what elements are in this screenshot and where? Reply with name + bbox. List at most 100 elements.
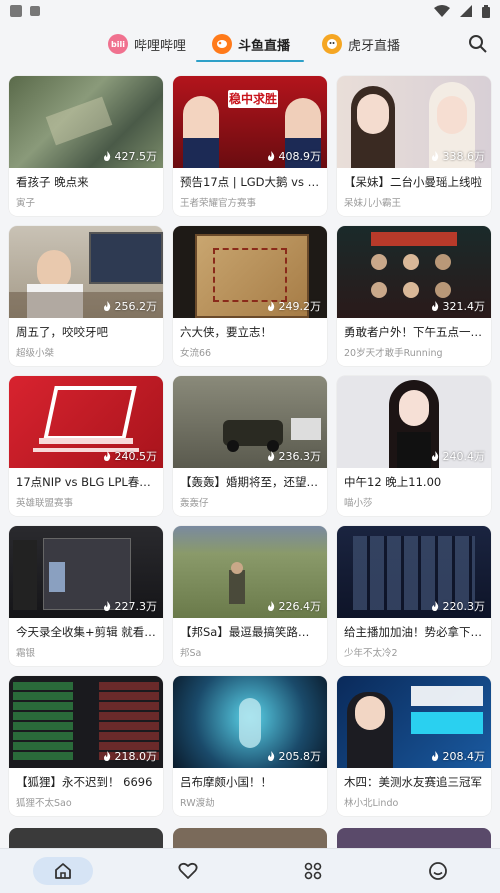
- streamer-name: 邦Sa: [180, 648, 202, 659]
- streamer-name: 寅子: [16, 198, 36, 209]
- stream-card[interactable]: 321.4万 勇敢者户外！下午五点一起来玩 20岁天才敢手Running: [337, 226, 491, 366]
- stream-title: 17点NIP vs BLG LPL春季赛: [16, 475, 163, 489]
- viewer-count: 321.4万: [430, 298, 485, 314]
- stream-title: 勇敢者户外！下午五点一起来玩: [344, 325, 491, 339]
- stream-title: 【呆妹】二台小曼瑶上线啦: [344, 175, 482, 189]
- stream-card[interactable]: 205.8万 吕布摩颇小国！！ RW渡劫: [173, 676, 327, 816]
- bilibili-logo-icon: bili: [108, 34, 128, 54]
- flame-icon: [267, 601, 274, 611]
- status-bar: [0, 0, 500, 22]
- viewer-count: 218.0万: [102, 748, 157, 764]
- flame-icon: [267, 151, 274, 161]
- stream-card-peek[interactable]: [337, 828, 491, 848]
- flame-icon: [103, 301, 110, 311]
- stream-thumbnail: 稳中求胜 408.9万: [173, 76, 327, 168]
- stream-thumbnail: 338.6万: [337, 76, 491, 168]
- stream-card[interactable]: 236.3万 【轰轰】婚期将至，还望各位 轰轰仔: [173, 376, 327, 516]
- viewer-count: 408.9万: [266, 148, 321, 164]
- stream-title: 周五了，咬咬牙吧: [16, 325, 108, 339]
- flame-icon: [103, 451, 110, 461]
- stream-title: 给主播加加油！势必拿下冠军: [344, 625, 491, 639]
- huya-logo-icon: [322, 34, 342, 54]
- stream-card[interactable]: 227.3万 今天录全收集+剪辑 就看这一把 霜银: [9, 526, 163, 666]
- active-tab-indicator: [196, 60, 304, 62]
- stream-thumbnail: 218.0万: [9, 676, 163, 768]
- flame-icon: [103, 151, 110, 161]
- stream-title: 六大侠，要立志！: [180, 325, 272, 339]
- stream-card[interactable]: 220.3万 给主播加加油！势必拿下冠军 少年不太冷2: [337, 526, 491, 666]
- stream-card[interactable]: 240.4万 中午12 晚上11.00 喵小莎: [337, 376, 491, 516]
- douyu-logo-icon: [212, 34, 232, 54]
- stream-card[interactable]: 249.2万 六大侠，要立志！ 女流66: [173, 226, 327, 366]
- viewer-count: 427.5万: [102, 148, 157, 164]
- stream-title: 预告17点 | LGD大鹅 vs 狼队: [180, 175, 327, 189]
- stream-thumbnail: 240.5万: [9, 376, 163, 468]
- viewer-count: 240.5万: [102, 448, 157, 464]
- heart-icon: [177, 862, 198, 879]
- stream-title: 看孩子 晚点来: [16, 175, 89, 189]
- stream-card[interactable]: 218.0万 【狐狸】永不迟到！ 6696 狐狸不太Sao: [9, 676, 163, 816]
- tab-label: 哔哩哔哩: [134, 38, 187, 54]
- battery-icon: [482, 4, 490, 18]
- stream-card[interactable]: 稳中求胜 408.9万 预告17点 | LGD大鹅 vs 狼队 王者荣耀官方赛事: [173, 76, 327, 216]
- nav-favorites[interactable]: [125, 849, 250, 893]
- streamer-name: 轰轰仔: [180, 498, 209, 509]
- bottom-nav: [0, 848, 500, 893]
- flame-icon: [431, 751, 438, 761]
- streamer-name: 王者荣耀官方赛事: [180, 198, 257, 209]
- stream-title: 木四：美测水友赛追三冠军: [344, 775, 482, 789]
- streamer-name: 20岁天才敢手Running: [344, 348, 443, 359]
- stream-card[interactable]: 240.5万 17点NIP vs BLG LPL春季赛 英雄联盟赛事: [9, 376, 163, 516]
- tab-huya[interactable]: 虎牙直播: [322, 26, 400, 62]
- flame-icon: [103, 751, 110, 761]
- grid-icon: [304, 862, 321, 880]
- stream-thumbnail: 226.4万: [173, 526, 327, 618]
- stream-card[interactable]: 427.5万 看孩子 晚点来 寅子: [9, 76, 163, 216]
- stream-thumbnail: 240.4万: [337, 376, 491, 468]
- flame-icon: [431, 151, 438, 161]
- home-icon: [54, 863, 71, 879]
- tab-bilibili[interactable]: bili 哔哩哔哩: [108, 26, 186, 62]
- stream-card[interactable]: 338.6万 【呆妹】二台小曼瑶上线啦 呆妹儿小霸王: [337, 76, 491, 216]
- viewer-count: 338.6万: [430, 148, 485, 164]
- smile-icon: [428, 862, 447, 880]
- nav-profile[interactable]: [375, 849, 500, 893]
- flame-icon: [267, 451, 274, 461]
- viewer-count: 256.2万: [102, 298, 157, 314]
- stream-card[interactable]: 226.4万 【邦Sa】最逗最搞笑路人4排 邦Sa: [173, 526, 327, 666]
- stream-thumbnail: 208.4万: [337, 676, 491, 768]
- flame-icon: [267, 751, 274, 761]
- streamer-name: 呆妹儿小霸王: [344, 198, 402, 209]
- stream-card-peek[interactable]: [173, 828, 327, 848]
- tab-douyu[interactable]: 斗鱼直播: [212, 26, 290, 62]
- streamer-name: 狐狸不太Sao: [16, 798, 72, 809]
- signal-icon: [460, 5, 472, 17]
- stream-thumbnail: 249.2万: [173, 226, 327, 318]
- stream-card[interactable]: 208.4万 木四：美测水友赛追三冠军 林小北Lindo: [337, 676, 491, 816]
- wifi-icon: [434, 5, 450, 17]
- flame-icon: [431, 601, 438, 611]
- stream-thumbnail: 427.5万: [9, 76, 163, 168]
- streamer-name: 林小北Lindo: [344, 798, 399, 809]
- streamer-name: 喵小莎: [344, 498, 373, 509]
- a-icon: [30, 6, 40, 16]
- nav-apps[interactable]: [250, 849, 375, 893]
- stream-title: 中午12 晚上11.00: [344, 475, 442, 489]
- square-icon: [10, 5, 22, 17]
- nav-home[interactable]: [0, 849, 125, 893]
- flame-icon: [267, 301, 274, 311]
- viewer-count: 205.8万: [266, 748, 321, 764]
- flame-icon: [431, 301, 438, 311]
- stream-title: 今天录全收集+剪辑 就看这一把: [16, 625, 163, 639]
- stream-title: 【狐狸】永不迟到！ 6696: [16, 775, 153, 789]
- stream-thumbnail: 220.3万: [337, 526, 491, 618]
- stream-card[interactable]: 256.2万 周五了，咬咬牙吧 超级小桀: [9, 226, 163, 366]
- stream-thumbnail: 256.2万: [9, 226, 163, 318]
- viewer-count: 227.3万: [102, 598, 157, 614]
- tab-label: 斗鱼直播: [238, 38, 291, 54]
- viewer-count: 249.2万: [266, 298, 321, 314]
- search-icon[interactable]: [468, 34, 488, 54]
- streamer-name: 英雄联盟赛事: [16, 498, 74, 509]
- stream-card-peek[interactable]: [9, 828, 163, 848]
- viewer-count: 236.3万: [266, 448, 321, 464]
